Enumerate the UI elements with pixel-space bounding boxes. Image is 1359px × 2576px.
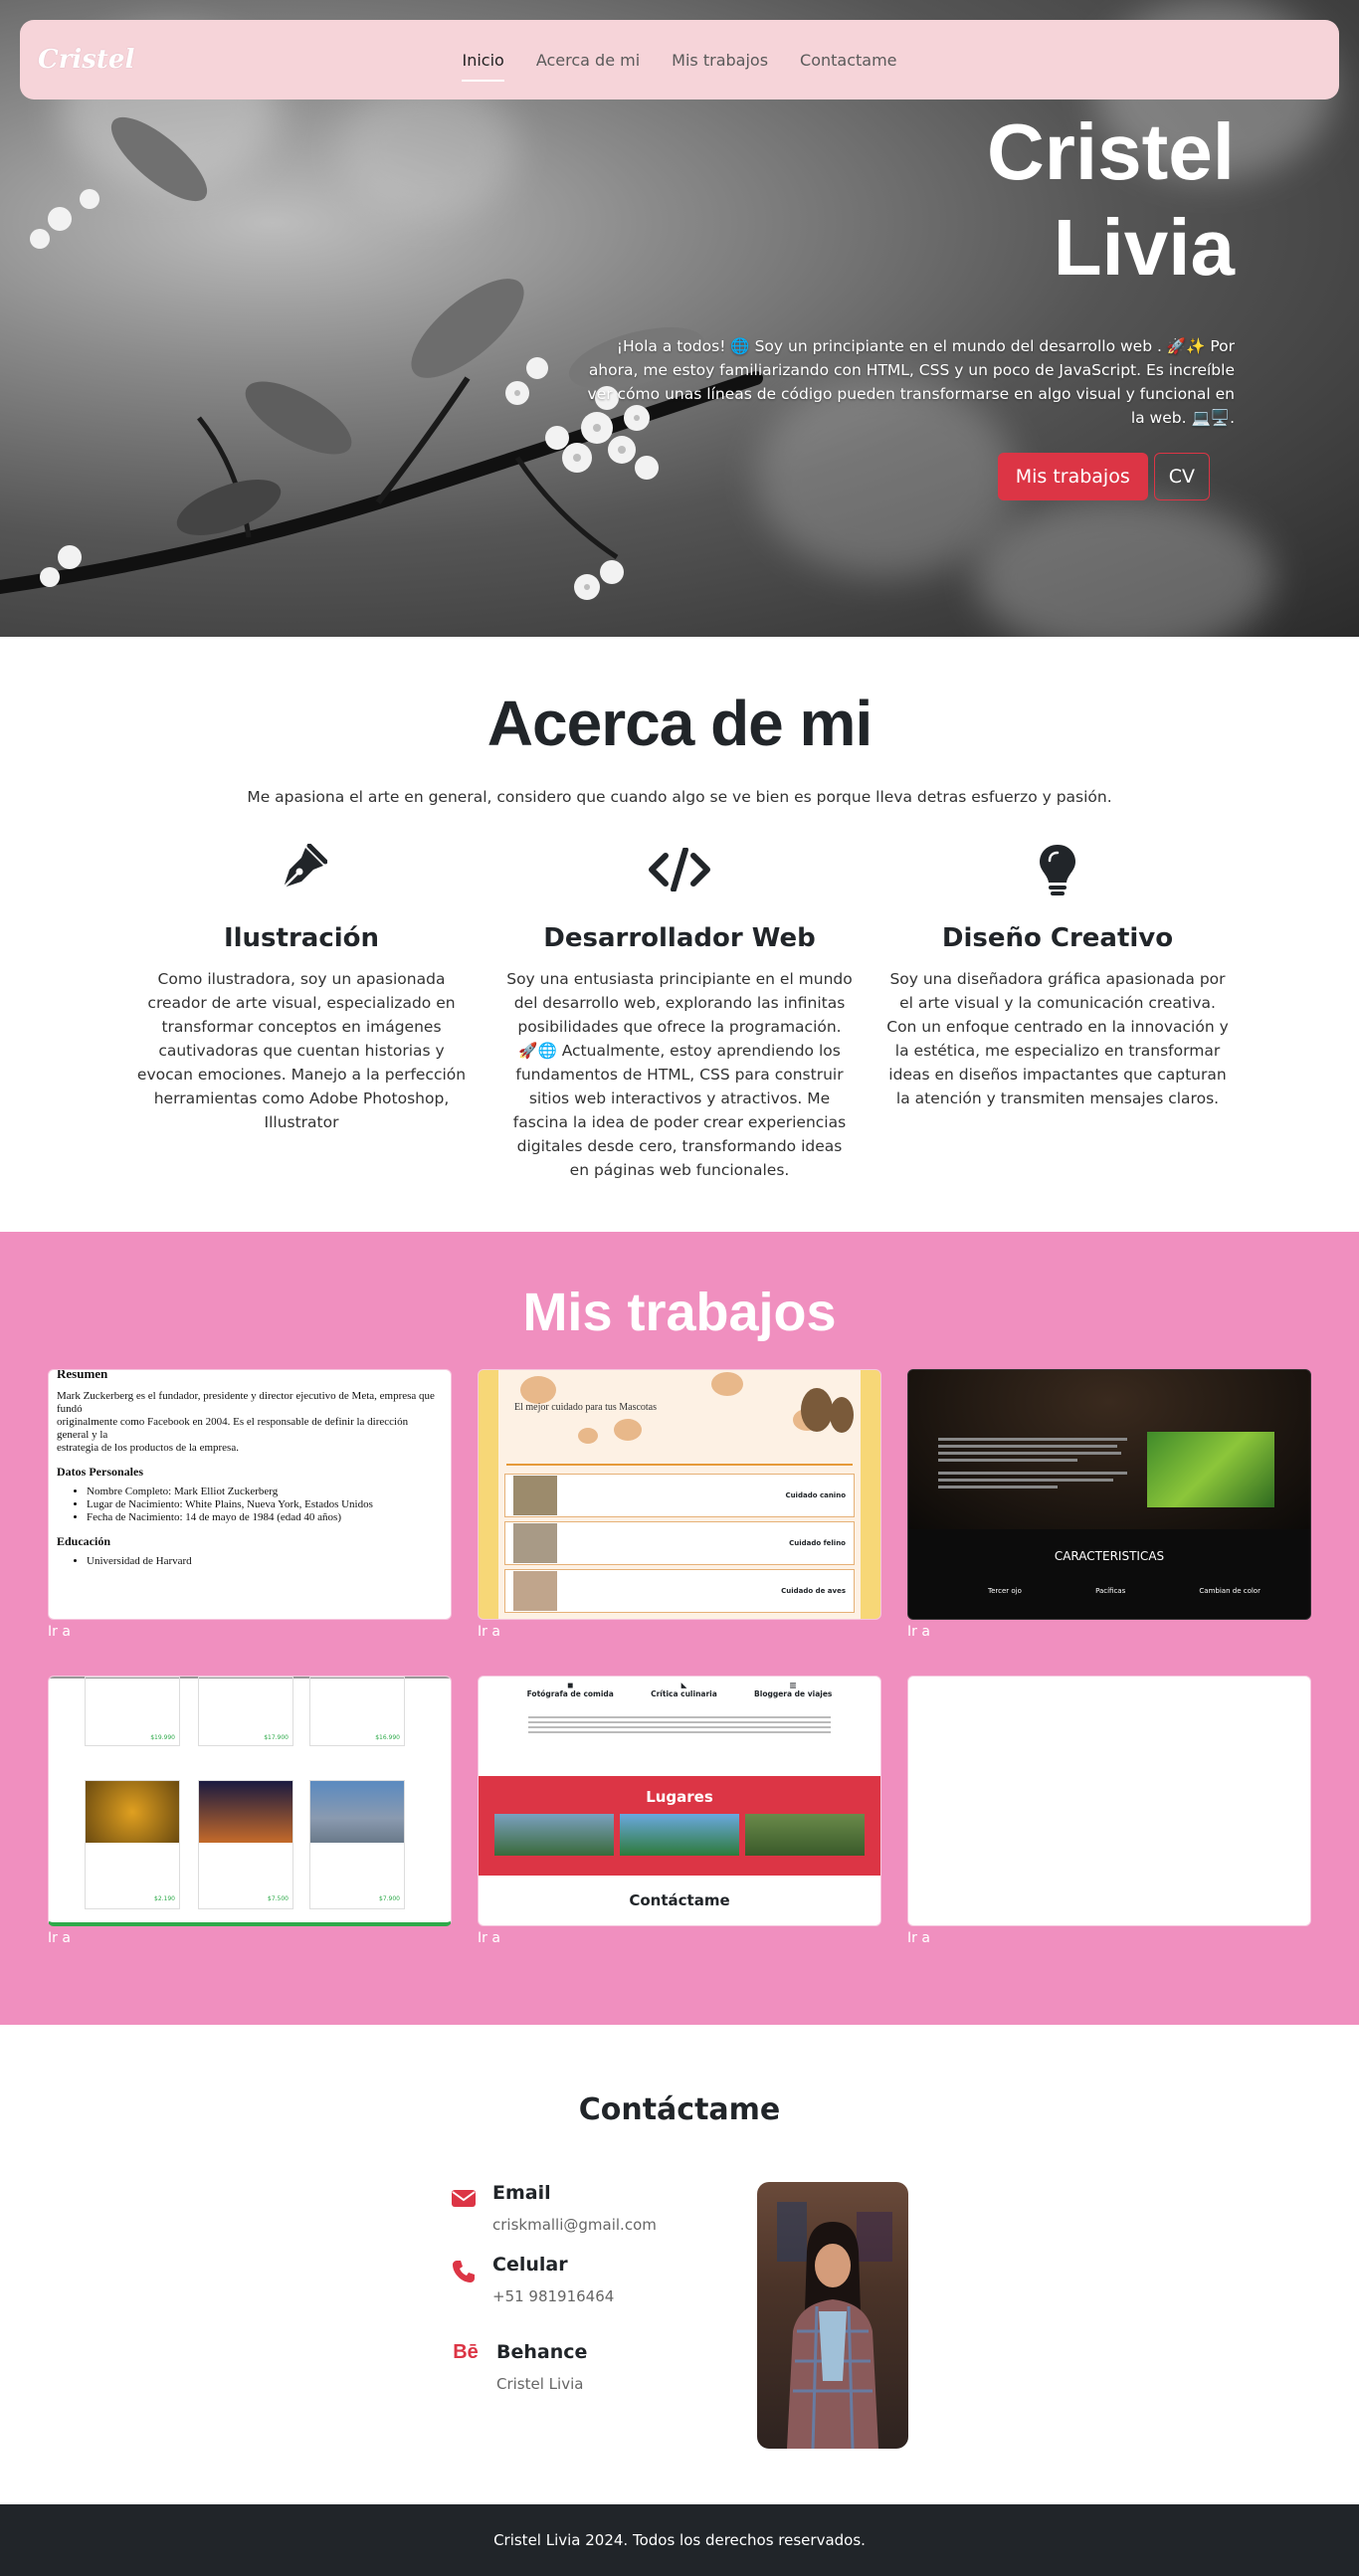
chameleon-caption: CARACTERISTICAS [1054,1549,1165,1563]
work-card: $19.990 $17.900 $16.990 $2.190 $7.500 $7… [48,1676,452,1982]
hero-title: Cristel Livia [987,104,1235,296]
food-blog-band: Lugares [646,1788,713,1806]
work-link[interactable]: Ir a [907,1930,930,1946]
nav-links: Inicio Acerca de mi Mis trabajos Contact… [20,20,1339,99]
work-thumbnail-shop[interactable]: $19.990 $17.900 $16.990 $2.190 $7.500 $7… [48,1676,452,1926]
work-card: ◼ Fotógrafa de comida ◣ Crítica culinaria … [478,1676,881,1982]
footer-text: Cristel Livia 2024. Todos los derechos r… [493,2531,866,2549]
contact-email: Email criskmalli@gmail.com [451,2182,657,2234]
navbar: Cristel Inicio Acerca de mi Mis trabajos… [20,20,1339,99]
chameleon-features: Tercer ojo Pacíficas Cambian de color [988,1587,1261,1595]
code-icon [500,844,859,895]
shop-price: $19.990 [150,1734,175,1741]
work-thumbnail-food-blog[interactable]: ◼ Fotógrafa de comida ◣ Crítica culinaria … [478,1676,881,1926]
food-blog-columns: ◼ Fotógrafa de comida ◣ Crítica culinaria … [526,1681,833,1698]
work-card: CARACTERISTICAS Tercer ojo Pacíficas Cambi… [907,1369,1311,1676]
hero-title-line2: Livia [1053,203,1235,292]
contact-phone: Celular +51 981916464 [451,2254,614,2305]
lightbulb-icon [878,844,1237,895]
resume-list: Nombre Completo: Mark Elliot Zuckerberg … [87,1486,443,1524]
works-grid: Resumen Mark Zuckerberg es el fundador, … [48,1369,1359,1982]
pets-row: Cuidado de aves [504,1569,855,1613]
hero-section: Cristel Inicio Acerca de mi Mis trabajos… [0,0,1359,637]
work-link[interactable]: Ir a [478,1930,500,1946]
nav-link-trabajos[interactable]: Mis trabajos [672,43,768,78]
cv-button[interactable]: CV [1153,453,1210,500]
feature-title: Ilustración [223,923,380,953]
work-card: Ir a [907,1676,1311,1982]
envelope-icon [451,2182,477,2234]
resume-subheading: Educación [57,1534,111,1548]
nav-link-contacto[interactable]: Contactame [800,43,896,78]
work-thumbnail-pets[interactable]: El mejor cuidado para tus Mascotas Cuida… [478,1369,881,1620]
behance-label: Behance [496,2341,588,2363]
behance-icon: Bē [453,2341,479,2363]
resume-heading: Resumen [57,1369,108,1381]
about-section: Acerca de mi Me apasiona el arte en gene… [0,637,1359,1232]
phone-value[interactable]: +51 981916464 [492,2287,614,2305]
email-value[interactable]: criskmalli@gmail.com [492,2216,657,2234]
nav-link-acerca[interactable]: Acerca de mi [536,43,640,78]
brand-logo[interactable]: Cristel [38,45,134,75]
pen-nib-icon [122,844,481,895]
phone-label: Celular [492,2254,568,2276]
shop-price: $7.500 [268,1895,289,1902]
pets-title: El mejor cuidado para tus Mascotas [514,1402,658,1413]
contact-info: Email criskmalli@gmail.com Celular +51 9… [451,2182,908,2451]
about-title: Acerca de mi [486,688,873,759]
contact-section: Contáctame Email criskmalli@gmail.com Ce… [0,2025,1359,2504]
work-link[interactable]: Ir a [907,1624,930,1640]
feature-list: Ilustración Como ilustradora, soy un apa… [0,844,1359,1182]
about-lead: Me apasiona el arte en general, consider… [247,788,1112,806]
resume-education: Universidad de Harvard [87,1555,443,1567]
feature-illustration: Ilustración Como ilustradora, soy un apa… [122,844,481,1182]
resume-summary: Mark Zuckerberg es el fundador, presiden… [57,1390,435,1454]
phone-icon [451,2254,477,2305]
shop-price: $16.990 [375,1734,400,1741]
pets-row: Cuidado canino [504,1474,855,1517]
hero-intro-text: ¡Hola a todos! 🌐 Soy un principiante en … [587,337,1235,427]
works-button[interactable]: Mis trabajos [997,453,1148,500]
footer: Cristel Livia 2024. Todos los derechos r… [0,2504,1359,2576]
work-link[interactable]: Ir a [48,1930,71,1946]
feature-text: Soy una diseñadora gráfica apasionada po… [886,970,1229,1107]
hero-buttons: Mis trabajos CV [997,453,1210,500]
contact-title: Contáctame [578,2092,781,2127]
work-link[interactable]: Ir a [478,1624,500,1640]
shop-price: $17.900 [264,1734,289,1741]
feature-text: Soy una entusiasta principiante en el mu… [506,970,853,1179]
feature-title: Desarrollador Web [543,923,816,953]
work-thumbnail-blank[interactable] [907,1676,1311,1926]
works-title: Mis trabajos [522,1283,837,1342]
nav-link-inicio[interactable]: Inicio [462,43,505,82]
work-card: El mejor cuidado para tus Mascotas Cuida… [478,1369,881,1676]
work-card: Resumen Mark Zuckerberg es el fundador, … [48,1369,452,1676]
email-label: Email [492,2182,551,2204]
profile-photo [757,2182,908,2449]
works-section: Mis trabajos Resumen Mark Zuckerberg es … [0,1232,1359,2025]
feature-design: Diseño Creativo Soy una diseñadora gráfi… [878,844,1237,1182]
feature-web-dev: Desarrollador Web Soy una entusiasta pri… [500,844,859,1182]
shop-price: $7.900 [379,1895,400,1902]
pets-row: Cuidado felino [504,1521,855,1565]
feature-text: Como ilustradora, soy un apasionada crea… [136,970,467,1131]
work-link[interactable]: Ir a [48,1624,71,1640]
work-thumbnail-resume[interactable]: Resumen Mark Zuckerberg es el fundador, … [48,1369,452,1620]
behance-value[interactable]: Cristel Livia [496,2375,587,2393]
contact-behance: Bē Behance Cristel Livia [451,2341,587,2393]
work-thumbnail-chameleon[interactable]: CARACTERISTICAS Tercer ojo Pacíficas Cambi… [907,1369,1311,1620]
food-blog-contact: Contáctame [629,1891,730,1909]
feature-title: Diseño Creativo [941,923,1174,953]
shop-price: $2.190 [154,1895,175,1902]
hero-title-line1: Cristel [987,107,1235,196]
resume-subheading: Datos Personales [57,1465,143,1479]
